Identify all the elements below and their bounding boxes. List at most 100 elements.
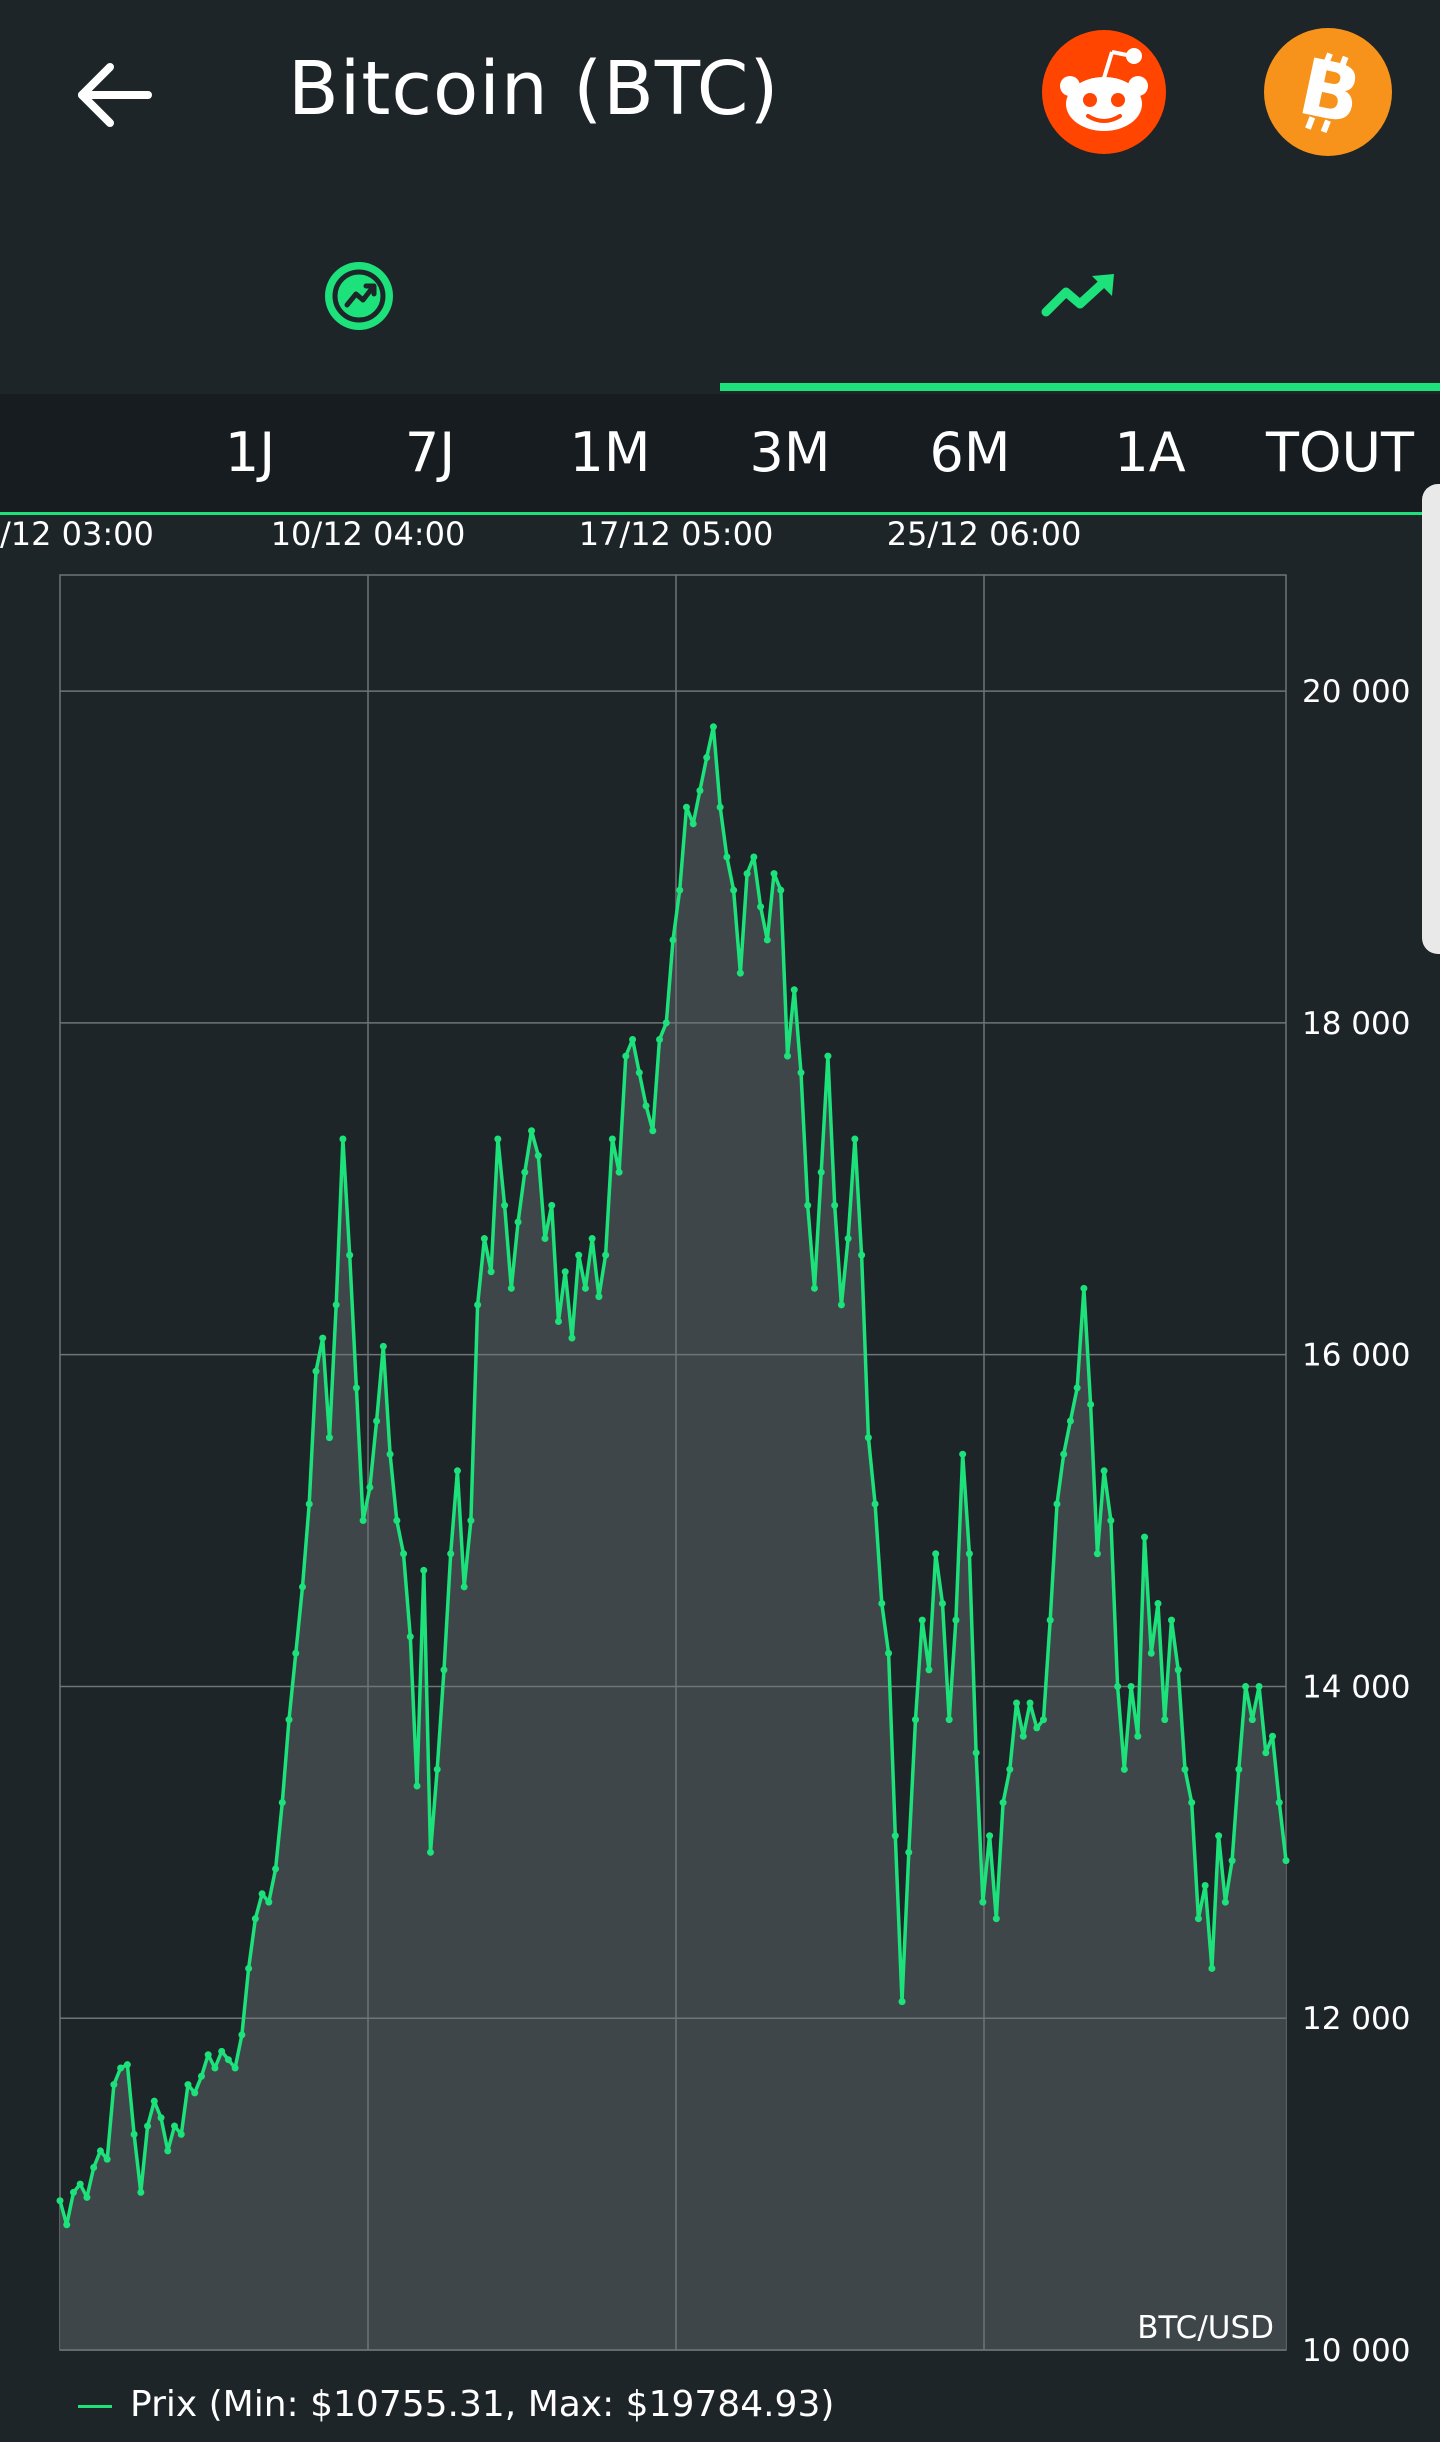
x-tick-label: /12 03:00 bbox=[0, 515, 154, 553]
price-point bbox=[1262, 1749, 1270, 1757]
price-point bbox=[157, 2114, 165, 2122]
price-point bbox=[177, 2130, 185, 2138]
price-point bbox=[211, 2064, 219, 2072]
price-point bbox=[96, 2147, 104, 2155]
price-point bbox=[1141, 1533, 1149, 1541]
price-point bbox=[312, 1367, 320, 1375]
price-point bbox=[1114, 1682, 1122, 1690]
app-header: Bitcoin (BTC) B bbox=[0, 0, 1440, 190]
price-point bbox=[541, 1235, 549, 1243]
price-point bbox=[359, 1517, 367, 1525]
y-tick-label: 20 000 bbox=[1302, 674, 1410, 710]
price-point bbox=[548, 1201, 556, 1209]
price-point bbox=[103, 2155, 111, 2163]
price-point bbox=[130, 2130, 138, 2138]
price-point bbox=[164, 2147, 172, 2155]
price-point bbox=[76, 2180, 84, 2188]
price-point bbox=[1221, 1898, 1229, 1906]
price-point bbox=[1161, 1716, 1169, 1724]
price-point bbox=[339, 1135, 347, 1143]
reddit-icon[interactable] bbox=[1040, 28, 1168, 156]
price-point bbox=[1208, 1964, 1216, 1972]
price-point bbox=[393, 1517, 401, 1525]
price-point bbox=[979, 1898, 987, 1906]
price-point bbox=[352, 1384, 360, 1392]
range-7j-button[interactable]: 7J bbox=[345, 394, 515, 512]
price-point bbox=[1080, 1284, 1088, 1292]
price-point bbox=[581, 1284, 589, 1292]
price-point bbox=[184, 2081, 192, 2089]
price-point bbox=[622, 1052, 630, 1060]
price-point bbox=[938, 1600, 946, 1608]
price-point bbox=[723, 853, 731, 861]
price-point bbox=[69, 2188, 77, 2196]
price-point bbox=[763, 936, 771, 944]
price-point bbox=[171, 2122, 179, 2130]
price-point bbox=[1073, 1384, 1081, 1392]
price-area bbox=[60, 726, 1286, 2350]
price-point bbox=[1167, 1616, 1175, 1624]
price-point bbox=[824, 1052, 832, 1060]
tab-overview[interactable] bbox=[0, 190, 720, 390]
price-point bbox=[292, 1649, 300, 1657]
price-point bbox=[750, 853, 758, 861]
arrow-left-icon[interactable] bbox=[70, 50, 160, 140]
x-tick-label: 10/12 04:00 bbox=[271, 515, 466, 553]
price-point bbox=[63, 2221, 71, 2229]
tab-chart[interactable] bbox=[720, 190, 1440, 390]
price-point bbox=[433, 1765, 441, 1773]
range-1m-button[interactable]: 1M bbox=[525, 394, 695, 512]
price-point bbox=[656, 1035, 664, 1043]
price-point bbox=[474, 1301, 482, 1309]
price-point bbox=[871, 1500, 879, 1508]
range-3m-button[interactable]: 3M bbox=[705, 394, 875, 512]
coin-chart-icon bbox=[325, 262, 393, 330]
price-point bbox=[716, 803, 724, 811]
price-point bbox=[1039, 1716, 1047, 1724]
price-point bbox=[426, 1848, 434, 1856]
price-point bbox=[1181, 1765, 1189, 1773]
price-point bbox=[837, 1301, 845, 1309]
price-point bbox=[770, 870, 778, 878]
range-6m-button[interactable]: 6M bbox=[885, 394, 1055, 512]
bitcoin-icon[interactable]: B bbox=[1262, 26, 1394, 158]
price-point bbox=[110, 2081, 118, 2089]
price-point bbox=[1235, 1765, 1243, 1773]
price-point bbox=[959, 1450, 967, 1458]
price-point bbox=[1248, 1716, 1256, 1724]
price-point bbox=[534, 1152, 542, 1160]
price-point bbox=[272, 1865, 280, 1873]
price-point bbox=[447, 1550, 455, 1558]
price-point bbox=[905, 1848, 913, 1856]
price-point bbox=[878, 1600, 886, 1608]
price-point bbox=[238, 2031, 246, 2039]
x-tick-label: 25/12 06:00 bbox=[887, 515, 1082, 553]
price-point bbox=[1019, 1732, 1027, 1740]
price-point bbox=[1242, 1682, 1250, 1690]
price-point bbox=[521, 1168, 529, 1176]
price-point bbox=[1269, 1732, 1277, 1740]
range-1j-button[interactable]: 1J bbox=[165, 394, 335, 512]
price-point bbox=[1046, 1616, 1054, 1624]
price-point bbox=[676, 886, 684, 894]
price-point bbox=[265, 1898, 273, 1906]
price-point bbox=[709, 723, 717, 731]
price-point bbox=[453, 1467, 461, 1475]
price-point bbox=[635, 1069, 643, 1077]
price-point bbox=[810, 1284, 818, 1292]
price-point bbox=[932, 1550, 940, 1558]
x-tick-label: 17/12 05:00 bbox=[579, 515, 774, 553]
price-point bbox=[467, 1517, 475, 1525]
price-point bbox=[972, 1749, 980, 1757]
price-chart[interactable]: /12 03:00 10/12 04:00 17/12 05:00 25/12 06:… bbox=[0, 515, 1440, 2375]
price-point bbox=[1087, 1400, 1095, 1408]
scroll-handle[interactable] bbox=[1422, 484, 1440, 954]
price-point bbox=[1100, 1467, 1108, 1475]
range-1a-button[interactable]: 1A bbox=[1065, 394, 1235, 512]
price-point bbox=[83, 2193, 91, 2201]
range-tout-button[interactable]: TOUT bbox=[1245, 394, 1435, 512]
price-point bbox=[575, 1251, 583, 1259]
price-point bbox=[965, 1550, 973, 1558]
price-point bbox=[945, 1716, 953, 1724]
pair-label: BTC/USD bbox=[1137, 2310, 1274, 2346]
